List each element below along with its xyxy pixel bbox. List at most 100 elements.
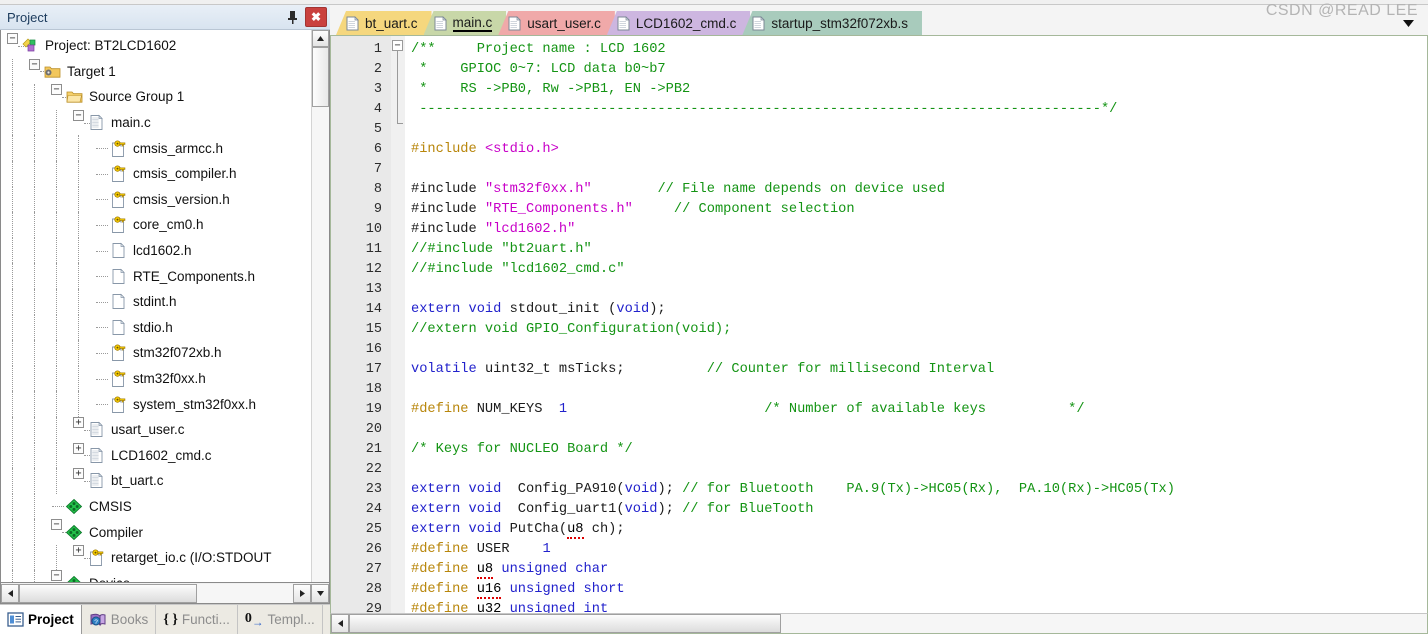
tree-item-stm32f072xb-h[interactable]: stm32f072xb.h — [1, 340, 311, 366]
tree-item-lcd1602-cmd-c[interactable]: + LCD1602_cmd.c — [1, 442, 311, 469]
tree-guide-line — [12, 109, 13, 136]
code-text-area[interactable]: /** Project name : LCD 1602 * GPIOC 0~7:… — [405, 36, 1427, 613]
line-number: 16 — [365, 342, 382, 357]
editor-tab-bt-uart-c[interactable]: bt_uart.c — [336, 11, 432, 35]
tree-expander-slot: − — [7, 33, 28, 59]
tree-item-usart-user-c[interactable]: + usart_user.c — [1, 416, 311, 443]
tree-item-project-bt2lcd1602[interactable]: − Project: BT2LCD1602 — [1, 33, 311, 59]
tree-guide-line — [34, 160, 35, 187]
collapse-icon[interactable]: − — [29, 58, 40, 70]
scroll-left-icon[interactable] — [1, 583, 19, 603]
tree-indent — [1, 186, 95, 213]
tree-expander-slot: − — [73, 109, 94, 136]
tree-item-stdio-h[interactable]: stdio.h — [1, 314, 311, 341]
editor-scroll-left-icon[interactable] — [331, 614, 349, 633]
tree-indent — [1, 135, 95, 161]
tree-item-cmsis-armcc-h[interactable]: cmsis_armcc.h — [1, 135, 311, 161]
pin-icon[interactable] — [284, 8, 301, 26]
code-token: unsigned short — [509, 582, 625, 597]
tree-item-label: cmsis_armcc.h — [133, 140, 224, 156]
tree-item-device[interactable]: − Device — [1, 570, 311, 582]
editor-tab-main-c[interactable]: main.c — [423, 11, 507, 35]
editor-horizontal-scrollbar[interactable] — [330, 613, 1428, 634]
hscrollbar-thumb[interactable] — [19, 583, 197, 603]
tree-item-label: lcd1602.h — [133, 243, 192, 259]
tree-item-cmsis-version-h[interactable]: cmsis_version.h — [1, 186, 311, 213]
code-editor[interactable]: 1 2 3 4 5 6 7 8 9 10 11 12 13 14 15 16 17 18 19 20 21 22 23 24 2… — [331, 36, 1427, 613]
tree-item-label: stdint.h — [133, 294, 177, 310]
tree-expander-slot: + — [73, 544, 94, 571]
tree-item-source-group-1[interactable]: − Source Group 1 — [1, 84, 311, 110]
tree-item-bt-uart-c[interactable]: + bt_uart.c — [1, 468, 311, 494]
target-folder-icon — [43, 63, 62, 80]
expand-icon[interactable]: + — [73, 416, 84, 428]
scroll-dropdown-icon[interactable] — [311, 583, 329, 603]
tree-item-cmsis-compiler-h[interactable]: cmsis_compiler.h — [1, 160, 311, 187]
fold-toggle-icon[interactable]: − — [392, 40, 403, 51]
tree-guide-line — [12, 391, 13, 417]
project-tree[interactable]: − Project: BT2LCD1602− Target 1− Source Gro… — [1, 30, 311, 582]
tree-expander-slot: − — [51, 519, 72, 545]
collapse-icon[interactable]: − — [73, 109, 84, 121]
project-tree-horizontal-scrollbar[interactable] — [0, 583, 330, 604]
code-token: extern void — [411, 522, 510, 537]
scrollbar-track[interactable] — [312, 107, 329, 582]
tree-guide-line — [12, 212, 13, 238]
tree-connector — [96, 301, 108, 303]
readonly-header-icon — [109, 165, 128, 183]
file-icon — [508, 15, 522, 31]
tree-item-stm32f0xx-h[interactable]: stm32f0xx.h — [1, 365, 311, 392]
tree-expander-slot: − — [51, 570, 65, 582]
editor-hscrollbar-track[interactable] — [781, 614, 1427, 633]
code-folding-column[interactable]: − — [391, 36, 405, 613]
bottom-tab-project[interactable]: Project — [0, 605, 82, 634]
editor-hscrollbar-thumb[interactable] — [349, 614, 781, 633]
editor-tab-startup-stm32f072xb-s[interactable]: startup_stm32f072xb.s — [742, 11, 922, 35]
tree-item-cmsis[interactable]: CMSIS — [1, 493, 311, 520]
code-token: * GPIOC 0~7: LCD data b0~b7 — [411, 62, 666, 77]
code-token: ch); — [583, 522, 625, 537]
close-icon[interactable]: ✖ — [305, 7, 327, 27]
code-token: // Counter for millisecond Interval — [706, 362, 995, 377]
expand-icon[interactable]: + — [73, 442, 84, 454]
tree-guide-line — [12, 186, 13, 213]
bottom-tab-templ[interactable]: 0→ Templ... — [238, 605, 323, 634]
collapse-icon[interactable]: − — [7, 33, 18, 44]
tree-guide-line — [34, 109, 35, 136]
scroll-right-icon[interactable] — [293, 583, 311, 603]
tree-item-compiler[interactable]: − Compiler — [1, 519, 311, 545]
code-token: ); — [649, 302, 666, 317]
tree-item-system-stm32f0xx-h[interactable]: system_stm32f0xx.h — [1, 391, 311, 417]
code-token: // for BlueTooth — [682, 502, 814, 517]
tree-item-retarget-io-c-i-o-stdout[interactable]: + retarget_io.c (I/O:STDOUT — [1, 544, 311, 571]
hscrollbar-track[interactable] — [197, 583, 293, 603]
code-token: extern void — [411, 502, 510, 517]
tree-guide-line — [34, 263, 35, 289]
scrollbar-thumb[interactable] — [312, 47, 329, 107]
code-token: <stdio.h> — [484, 142, 559, 157]
expand-icon[interactable]: + — [73, 468, 84, 480]
tree-connector — [96, 327, 108, 329]
tree-item-stdint-h[interactable]: stdint.h — [1, 288, 311, 315]
expand-icon[interactable]: + — [73, 544, 84, 556]
line-number: 28 — [365, 582, 382, 597]
project-tree-vertical-scrollbar[interactable] — [311, 30, 329, 582]
collapse-icon[interactable]: − — [51, 519, 62, 531]
tree-guide-line — [12, 468, 13, 494]
collapse-icon[interactable]: − — [51, 570, 62, 582]
tree-item-core-cm0-h[interactable]: core_cm0.h — [1, 212, 311, 238]
tree-item-main-c[interactable]: − main.c — [1, 109, 311, 136]
tree-item-rte-components-h[interactable]: RTE_Components.h — [1, 263, 311, 289]
bottom-tab-functi[interactable]: { } Functi... — [156, 605, 238, 634]
scroll-up-icon[interactable] — [312, 30, 329, 47]
code-line: extern void stdout_init (void); — [411, 300, 1427, 320]
collapse-icon[interactable]: − — [51, 84, 62, 96]
tree-indent — [1, 493, 51, 520]
c-file-icon — [87, 447, 106, 464]
editor-tab-lcd1602-cmd-c[interactable]: LCD1602_cmd.c — [606, 11, 751, 35]
bottom-tab-books[interactable]: ? Books — [82, 605, 157, 634]
tree-item-target-1[interactable]: − Target 1 — [1, 58, 311, 85]
editor-tab-usart-user-c[interactable]: usart_user.c — [498, 11, 615, 35]
tree-item-lcd1602-h[interactable]: lcd1602.h — [1, 237, 311, 264]
code-token: ); — [657, 502, 683, 517]
